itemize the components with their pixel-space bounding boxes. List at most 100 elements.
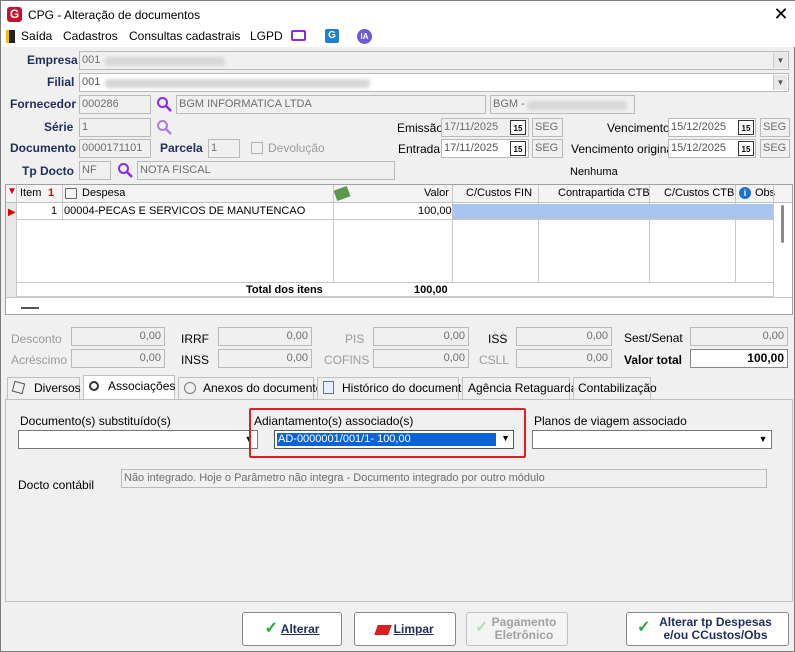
col-item[interactable]: Item xyxy=(20,187,41,199)
monitor-icon[interactable] xyxy=(291,30,306,41)
parcela-label: Parcela xyxy=(160,141,203,155)
row-despesa: 00004-PECAS E SERVICOS DE MANUTENCAO xyxy=(64,205,306,217)
tpdocto-name-field[interactable]: NOTA FISCAL xyxy=(137,161,395,180)
calendar-icon[interactable]: 15 xyxy=(738,141,754,156)
vertical-scroll-thumb[interactable] xyxy=(781,205,784,243)
emissao-day-field: SEG xyxy=(532,118,563,137)
grid-divider xyxy=(538,185,539,282)
app-g-icon[interactable]: G xyxy=(325,29,339,43)
col-ccustos-ctb[interactable]: C/Custos CTB xyxy=(664,187,734,199)
tab-associacoes[interactable]: Associações xyxy=(83,375,175,399)
planos-select[interactable]: ▼ xyxy=(532,430,772,449)
fornecedor-code-field[interactable]: 000286 xyxy=(79,95,151,114)
tab-agencia[interactable]: Agência Retaguarda xyxy=(462,377,577,399)
row-item: 1 xyxy=(51,205,58,217)
col-ccustos-fin[interactable]: C/Custos FIN xyxy=(466,187,532,199)
fornecedor-label: Fornecedor xyxy=(10,97,77,111)
docto-contabil-field: Não integrado. Hoje o Parâmetro não inte… xyxy=(121,469,767,488)
calendar-icon[interactable]: 15 xyxy=(510,120,526,135)
exit-door-icon xyxy=(6,30,15,43)
col-valor[interactable]: Valor xyxy=(424,187,449,199)
row-valor: 100,00 xyxy=(418,205,452,217)
iss-label: ISS xyxy=(488,332,508,346)
chevron-down-icon[interactable]: ▼ xyxy=(773,75,787,90)
grid-empty xyxy=(17,221,333,282)
sort-order-indicator: 1 xyxy=(48,187,55,199)
col-contrapartida[interactable]: Contrapartida CTB xyxy=(558,187,650,199)
empresa-select[interactable]: 001 ▼ xyxy=(79,51,789,70)
grid-header: ▼ Item 1 Despesa Valor C/Custos FIN Cont… xyxy=(6,185,792,203)
inss-field[interactable]: 0,00 xyxy=(218,349,312,368)
documento-field[interactable]: 0000171101 xyxy=(79,139,151,158)
grid-divider xyxy=(735,185,736,282)
window: G CPG - Alteração de documentos ✕ Saída … xyxy=(0,0,795,652)
check-icon: ✓ xyxy=(475,619,489,636)
tab-contabilizacao[interactable]: Contabilização xyxy=(573,377,657,399)
items-grid[interactable]: ▼ Item 1 Despesa Valor C/Custos FIN Cont… xyxy=(5,184,793,315)
docsub-select[interactable]: ▼ xyxy=(18,430,258,449)
devolucao-checkbox[interactable] xyxy=(251,142,263,154)
tab-diversos[interactable]: Diversos xyxy=(7,377,81,399)
check-icon: ✓ xyxy=(637,619,651,636)
total-label: Total dos itens xyxy=(246,284,323,296)
desconto-field[interactable]: 0,00 xyxy=(71,327,165,346)
csll-field[interactable]: 0,00 xyxy=(516,349,612,368)
iss-field[interactable]: 0,00 xyxy=(516,327,612,346)
alterar-tp-despesas-button[interactable]: ✓ Alterar tp Despesas e/ou CCustos/Obs xyxy=(626,612,789,646)
menu-lgpd[interactable]: LGPD xyxy=(250,29,283,43)
nenhuma-label: Nenhuma xyxy=(570,166,618,178)
search-icon[interactable] xyxy=(117,162,133,178)
ia-icon[interactable]: IA xyxy=(357,29,372,44)
calendar-icon[interactable]: 15 xyxy=(738,120,754,135)
close-button[interactable]: ✕ xyxy=(771,4,791,24)
search-icon[interactable] xyxy=(156,119,172,135)
chevron-down-icon[interactable]: ▼ xyxy=(756,432,770,447)
horizontal-scrollbar[interactable] xyxy=(6,297,792,314)
chevron-down-icon[interactable]: ▼ xyxy=(501,433,510,443)
acrescimo-field[interactable]: 0,00 xyxy=(71,349,165,368)
tpdocto-code-field[interactable]: NF xyxy=(79,161,111,180)
adiantamento-select[interactable]: AD-0000001/001/1- 100,00 ▼ xyxy=(274,430,514,449)
serie-field[interactable]: 1 xyxy=(79,118,151,137)
venc-orig-label: Vencimento original xyxy=(571,142,676,156)
title-bar: G CPG - Alteração de documentos ✕ xyxy=(1,1,795,29)
parcela-field[interactable]: 1 xyxy=(208,139,240,158)
fornecedor-short-field[interactable]: BGM - xyxy=(490,95,635,114)
tab-historico[interactable]: Histórico do documento xyxy=(317,377,468,399)
menu-cadastros[interactable]: Cadastros xyxy=(63,29,118,43)
app-logo-icon: G xyxy=(7,7,22,22)
pagamento-eletronico-button[interactable]: ✓ Pagamento Eletrônico xyxy=(466,612,568,646)
cofins-field[interactable]: 0,00 xyxy=(373,349,469,368)
irrf-field[interactable]: 0,00 xyxy=(218,327,312,346)
pis-label: PIS xyxy=(345,332,365,346)
tab-anexos[interactable]: Anexos do documento xyxy=(178,377,322,399)
calendar-icon[interactable]: 15 xyxy=(510,141,526,156)
cofins-label: COFINS xyxy=(324,353,370,367)
menu-saida[interactable]: Saída xyxy=(21,29,52,43)
col-despesa[interactable]: Despesa xyxy=(82,187,125,199)
csll-label: CSLL xyxy=(479,353,510,367)
fornecedor-name-field[interactable]: BGM INFORMATICA LTDA xyxy=(176,95,486,114)
alterar-button[interactable]: ✓ Alterar xyxy=(242,612,342,646)
menu-bar: Saída Cadastros Consultas cadastrais LGP… xyxy=(1,27,795,47)
table-row[interactable]: 1 00004-PECAS E SERVICOS DE MANUTENCAO 1… xyxy=(17,204,773,220)
sest-label: Sest/Senat xyxy=(624,331,683,345)
tab-associacoes-label: Associações xyxy=(108,379,176,393)
window-title: CPG - Alteração de documentos xyxy=(28,8,201,22)
current-row-arrow-icon: ▶ xyxy=(8,207,16,218)
sest-field[interactable]: 0,00 xyxy=(690,327,788,346)
eraser-icon xyxy=(374,624,393,635)
filial-select[interactable]: 001 ▼ xyxy=(79,73,789,92)
search-icon[interactable] xyxy=(156,96,172,112)
tab-anexos-label: Anexos do documento xyxy=(203,381,323,395)
info-icon: i xyxy=(739,187,751,199)
chevron-down-icon[interactable]: ▼ xyxy=(773,53,787,68)
valor-total-label: Valor total xyxy=(624,353,683,367)
scroll-thumb[interactable] xyxy=(21,307,39,309)
grid-divider xyxy=(773,185,774,297)
adiantamento-selected-value: AD-0000001/001/1- 100,00 xyxy=(277,433,496,446)
menu-consultas-cadastrais[interactable]: Consultas cadastrais xyxy=(129,29,240,43)
limpar-button[interactable]: Limpar xyxy=(354,612,456,646)
row-selection-highlight xyxy=(453,204,773,219)
pis-field[interactable]: 0,00 xyxy=(373,327,469,346)
